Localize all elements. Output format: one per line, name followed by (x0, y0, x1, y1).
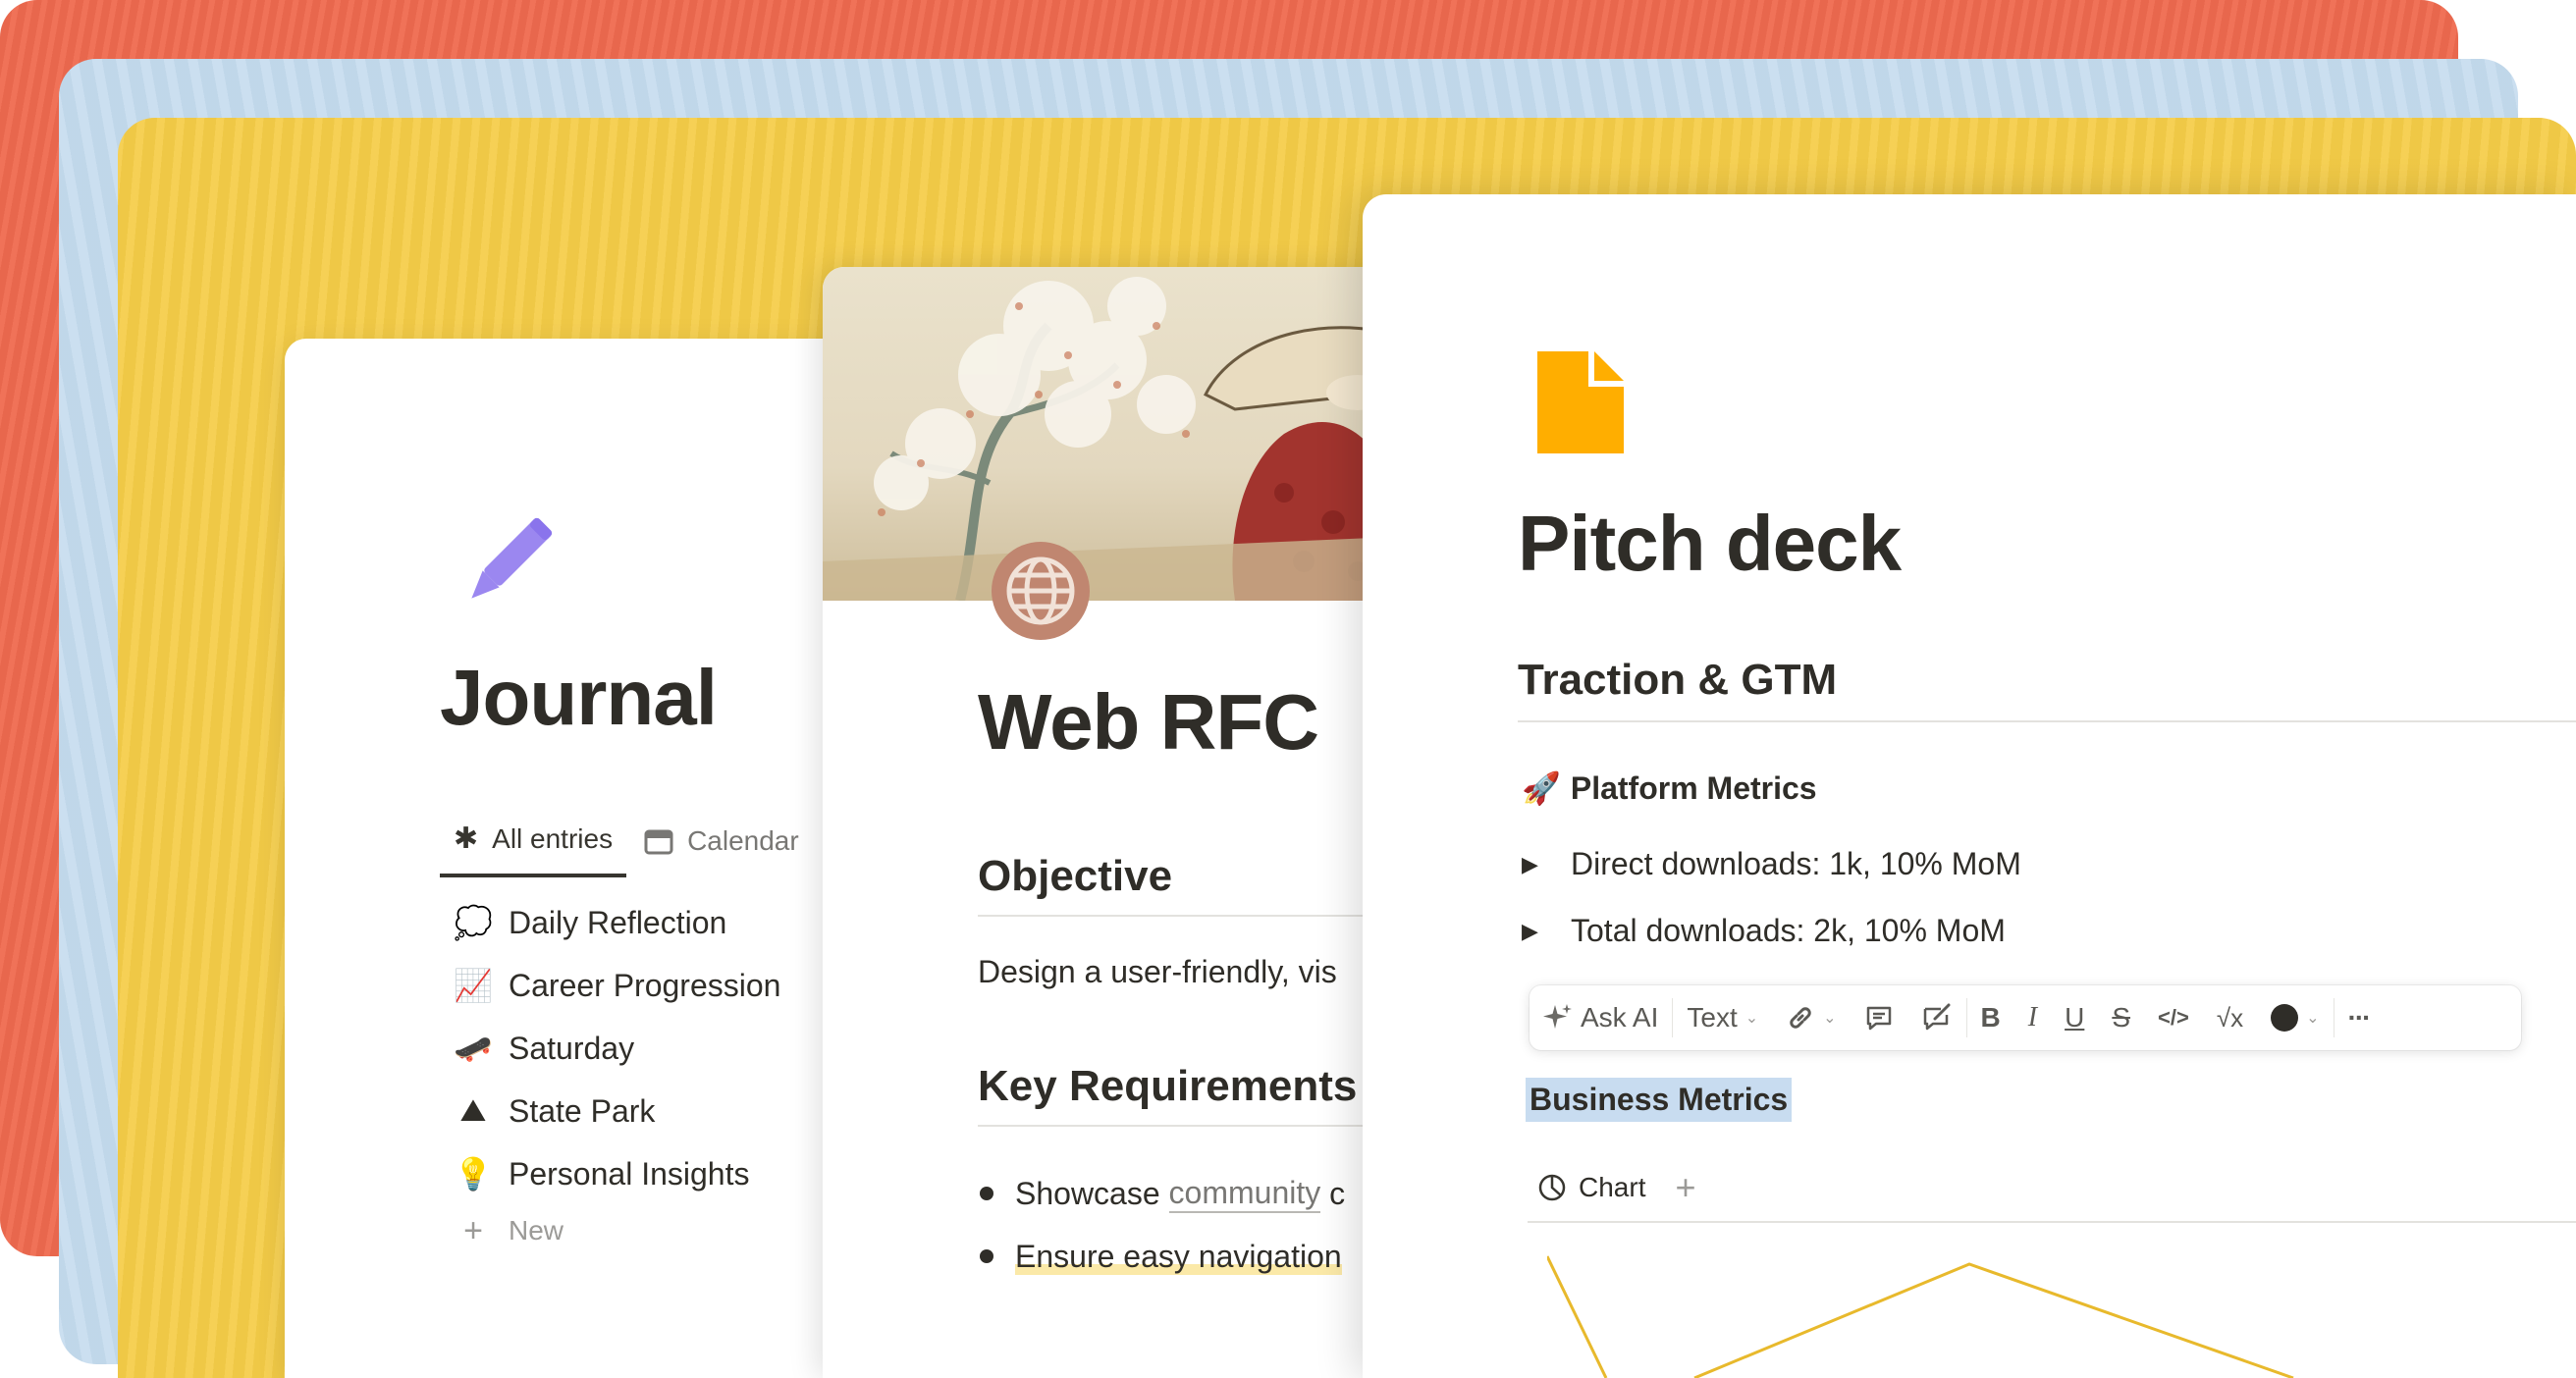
tab-chart[interactable]: Chart (1528, 1154, 1655, 1221)
pitch-deck-page-card: Pitch deck Traction & GTM 🚀 Platform Met… (1363, 194, 2576, 1378)
italic-icon: I (2027, 1002, 2038, 1033)
thought-bubble-icon: 💭 (454, 905, 493, 940)
format-toolbar: Ask AI Text ⌄ ⌄ B I U S </> √x ⌄ ··· (1530, 985, 2521, 1050)
new-label: New (509, 1215, 564, 1246)
underline-icon: U (2065, 1002, 2085, 1033)
objective-paragraph[interactable]: Design a user-friendly, vis (978, 954, 1337, 990)
requirements-list: Showcase community c Ensure easy navigat… (978, 1162, 1345, 1288)
list-item[interactable]: 💡 Personal Insights (454, 1142, 780, 1205)
plus-icon: + (463, 1211, 483, 1249)
bold-icon: B (1980, 1002, 2001, 1033)
text-color-dropdown[interactable]: ⌄ (2257, 985, 2333, 1050)
new-entry-button[interactable]: + New (454, 1205, 780, 1256)
chevron-down-icon: ⌄ (1823, 1010, 1837, 1027)
community-link[interactable]: community (1168, 1175, 1321, 1213)
strikethrough-icon: S (2112, 1002, 2131, 1033)
text-type-label: Text (1687, 1002, 1738, 1033)
suggest-edit-button[interactable] (1907, 985, 1966, 1050)
pie-chart-icon (1538, 1174, 1566, 1201)
toggle-block[interactable]: ▶ Total downloads: 2k, 10% MoM (1522, 913, 2006, 949)
link-button[interactable]: ⌄ (1772, 985, 1850, 1050)
bullet-dot (980, 1187, 993, 1200)
bold-button[interactable]: B (1967, 985, 2014, 1050)
chart-preview (1547, 1255, 2294, 1378)
add-view-button[interactable]: + (1675, 1167, 1695, 1208)
link-icon (1790, 1007, 1811, 1029)
skateboard-icon: 🛹 (454, 1031, 493, 1066)
list-item-label: Career Progression (509, 967, 781, 1003)
view-tabs: ✱ All entries Calendar (440, 810, 813, 877)
bullet-item[interactable]: Ensure easy navigation (978, 1225, 1345, 1288)
more-options-button[interactable]: ··· (2334, 985, 2384, 1050)
tab-label: Calendar (687, 824, 799, 856)
sparkle-icon (1543, 1004, 1572, 1029)
tab-label: Chart (1579, 1172, 1646, 1202)
platform-metrics-heading: 🚀 Platform Metrics (1522, 769, 1817, 807)
page-title: Pitch deck (1518, 500, 1902, 587)
highlighted-text: Ensure easy navigation (1015, 1238, 1342, 1275)
page-title: Journal (440, 654, 718, 741)
heading-label: Platform Metrics (1570, 769, 1817, 806)
list-item-label: Saturday (509, 1030, 635, 1066)
toggle-arrow-icon[interactable]: ▶ (1522, 852, 1571, 877)
edit-comment-icon (1923, 1003, 1951, 1031)
color-swatch-icon (2271, 1004, 2299, 1032)
list-item[interactable]: 📈 Career Progression (454, 954, 780, 1017)
chevron-down-icon: ⌄ (1744, 1010, 1759, 1027)
comment-button[interactable] (1851, 985, 1907, 1050)
code-icon: </> (2158, 1005, 2189, 1030)
bullet-text-prefix: Showcase (1015, 1175, 1169, 1211)
bullet-text-suffix: c (1320, 1175, 1346, 1211)
more-icon: ··· (2347, 1002, 2372, 1033)
chart-line (1693, 1262, 2294, 1378)
heading-traction-gtm: Traction & GTM (1518, 656, 2576, 722)
tab-all-entries[interactable]: ✱ All entries (440, 810, 627, 877)
entries-list: 💭 Daily Reflection 📈 Career Progression … (454, 891, 780, 1256)
text-type-dropdown[interactable]: Text ⌄ (1673, 985, 1772, 1050)
toggle-label: Total downloads: 2k, 10% MoM (1571, 913, 2006, 948)
tab-calendar[interactable]: Calendar (626, 810, 813, 877)
pencil-icon (471, 517, 553, 599)
strikethrough-button[interactable]: S (2098, 985, 2144, 1050)
toggle-arrow-icon[interactable]: ▶ (1522, 919, 1571, 944)
ask-ai-label: Ask AI (1581, 1002, 1659, 1033)
light-bulb-icon: 💡 (454, 1156, 493, 1192)
mountain-icon: ⛰ (459, 1092, 487, 1128)
page-title: Web RFC (978, 678, 1319, 766)
list-item[interactable]: ⛰ State Park (454, 1080, 780, 1142)
chart-line (1547, 1255, 1608, 1378)
comment-icon (1866, 1006, 1891, 1031)
chart-view-tabs: Chart + (1528, 1154, 2576, 1223)
selected-heading[interactable]: Business Metrics (1526, 1078, 1793, 1122)
underline-button[interactable]: U (2051, 985, 2098, 1050)
tab-label: All entries (492, 822, 614, 854)
calendar-icon (644, 829, 673, 854)
code-button[interactable]: </> (2144, 985, 2203, 1050)
bullet-item[interactable]: Showcase community c (978, 1162, 1345, 1225)
list-item-label: State Park (509, 1092, 656, 1129)
list-item-label: Daily Reflection (509, 904, 727, 940)
chevron-down-icon: ⌄ (2306, 1010, 2320, 1027)
chart-increasing-icon: 📈 (454, 968, 493, 1003)
toggle-label: Direct downloads: 1k, 10% MoM (1571, 846, 2021, 881)
asterisk-icon: ✱ (454, 822, 479, 855)
list-item[interactable]: 💭 Daily Reflection (454, 891, 780, 954)
rocket-icon: 🚀 (1522, 770, 1561, 806)
list-item[interactable]: 🛹 Saturday (454, 1017, 780, 1080)
equation-icon: √x (2216, 1002, 2244, 1033)
globe-icon (992, 542, 1090, 640)
italic-button[interactable]: I (2014, 985, 2051, 1050)
document-icon (1537, 351, 1624, 453)
ask-ai-button[interactable]: Ask AI (1530, 985, 1672, 1050)
toggle-block[interactable]: ▶ Direct downloads: 1k, 10% MoM (1522, 846, 2021, 882)
list-item-label: Personal Insights (509, 1155, 750, 1192)
equation-button[interactable]: √x (2203, 985, 2257, 1050)
bullet-dot (980, 1249, 993, 1263)
